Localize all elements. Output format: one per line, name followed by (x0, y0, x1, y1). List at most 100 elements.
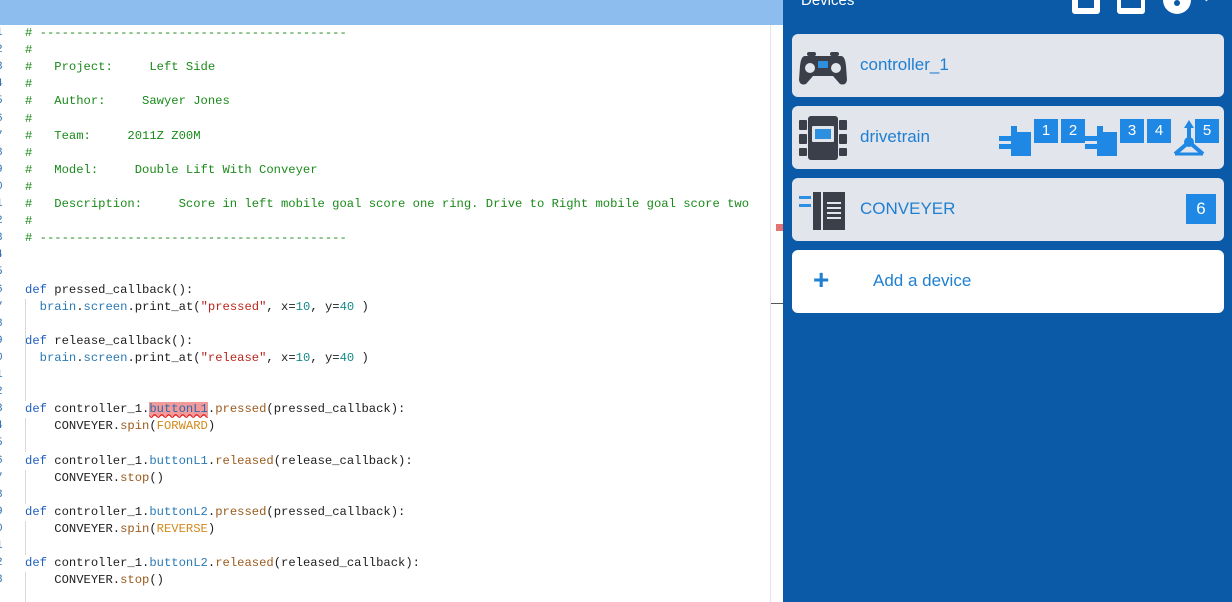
code-token: buttonL2 (149, 504, 208, 519)
indent-guide (25, 469, 26, 504)
code-line[interactable]: 7 CONVEYER.stop() (0, 470, 770, 487)
vertical-scrollbar[interactable] (770, 25, 783, 602)
code-token: def (25, 556, 47, 571)
device-list-icon[interactable] (1072, 0, 1100, 14)
code-line[interactable]: 4# (0, 76, 770, 93)
code-token: (pressed_callback): (266, 402, 406, 417)
code-text: def controller_1.buttonL1.pressed(presse… (25, 401, 405, 418)
port-badge: 6 (1186, 194, 1216, 224)
indent-guide (25, 298, 26, 350)
code-line[interactable]: 0 CONVEYER.spin(REVERSE) (0, 521, 770, 538)
code-token: 40 (339, 299, 355, 314)
code-line[interactable]: 1 (0, 367, 770, 384)
code-line[interactable]: 6 def controller_1.buttonL1.released(rele… (0, 453, 770, 470)
code-line[interactable]: 2# (0, 42, 770, 59)
code-line[interactable]: 1 (0, 538, 770, 555)
device-card-conveyer[interactable]: CONVEYER 6 (792, 178, 1224, 241)
device-info-icon[interactable] (1117, 0, 1145, 14)
line-number: 2 (0, 213, 6, 230)
devices-panel: Devices controller_1 drivetrain 1 2 3 4 … (783, 0, 1232, 602)
code-token: pressed (215, 504, 267, 519)
motor-port-icon (999, 126, 1031, 156)
code-line[interactable]: 6 def pressed_callback(): (0, 282, 770, 299)
code-line[interactable]: 5 # Author: Sawyer Jones (0, 93, 770, 110)
code-editor[interactable]: 1 # -------------------------------------… (0, 25, 783, 602)
code-token: FORWARD (156, 419, 208, 434)
line-number: 5 (0, 264, 6, 281)
code-line[interactable]: 8# (0, 145, 770, 162)
help-icon[interactable] (1163, 0, 1191, 14)
code-token: CONVEYER. (25, 419, 121, 434)
code-text: brain.screen.print_at("release", x=10, y… (25, 350, 369, 367)
drivetrain-icon (799, 116, 847, 160)
add-device-label: Add a device (873, 271, 972, 290)
indent-guide (25, 418, 26, 453)
code-line[interactable]: 4 (0, 247, 770, 264)
line-number: 3 (0, 59, 6, 76)
device-card-drivetrain[interactable]: drivetrain 1 2 3 4 5 (792, 106, 1224, 169)
code-line[interactable]: 3 # -------------------------------------… (0, 230, 770, 247)
line-number: 1 (0, 538, 6, 555)
code-text: def pressed_callback(): (25, 282, 193, 299)
code-line[interactable]: 1 # Description: Score in left mobile goa… (0, 196, 770, 213)
add-device-button[interactable]: + Add a device (792, 250, 1224, 313)
code-line[interactable]: 8 (0, 316, 770, 333)
code-line[interactable]: 5 (0, 264, 770, 281)
code-line[interactable]: 7 # Team: 2011Z Z00M (0, 128, 770, 145)
code-text: CONVEYER.stop() (25, 572, 164, 589)
code-text: CONVEYER.spin(FORWARD) (25, 418, 215, 435)
code-line[interactable]: 9 def release_callback(): (0, 333, 770, 350)
code-token: (release_callback): (273, 453, 413, 468)
device-name: controller_1 (860, 55, 949, 74)
code-line[interactable]: 0# (0, 179, 770, 196)
code-token: .print_at( (127, 299, 201, 314)
line-number: 6 (0, 453, 6, 470)
line-number: 1 (0, 25, 6, 42)
code-token: () (149, 470, 164, 485)
code-line[interactable]: 2# (0, 213, 770, 230)
code-token: ) (207, 419, 216, 434)
code-line[interactable]: 9 def controller_1.buttonL2.pressed(press… (0, 504, 770, 521)
code-line[interactable]: 5 (0, 435, 770, 452)
device-card-controller[interactable]: controller_1 (792, 34, 1224, 97)
code-line[interactable]: 0 brain.screen.print_at("release", x=10,… (0, 350, 770, 367)
code-line[interactable]: 6# (0, 111, 770, 128)
code-token: controller_1. (46, 556, 150, 571)
code-line[interactable]: 3 # Project: Left Side (0, 59, 770, 76)
code-token: buttonL1 (149, 402, 208, 417)
error-marker (776, 224, 783, 231)
code-token: def (25, 333, 47, 348)
edit-icon[interactable] (1203, 0, 1222, 2)
line-number: 2 (0, 42, 6, 59)
line-number: 7 (0, 470, 6, 487)
code-line[interactable]: 1 # -------------------------------------… (0, 25, 770, 42)
code-token: def (25, 282, 47, 297)
code-line[interactable]: 2 def controller_1.buttonL2.released(rele… (0, 555, 770, 572)
code-text: CONVEYER.stop() (25, 470, 164, 487)
code-token: # Description: Score in left mobile goal… (25, 197, 750, 211)
line-number: 0 (0, 179, 6, 196)
code-text: # Team: 2011Z Z00M (25, 128, 201, 145)
code-token: 40 (339, 350, 355, 365)
code-token: (pressed_callback): (266, 504, 406, 519)
code-text: # --------------------------------------… (25, 25, 347, 42)
code-token: ( (149, 521, 157, 536)
line-number: 8 (0, 487, 6, 504)
code-line[interactable]: 9 # Model: Double Lift With Conveyer (0, 162, 770, 179)
code-line[interactable]: 8 (0, 487, 770, 504)
code-token: buttonL2 (149, 556, 208, 571)
code-text: # Description: Score in left mobile goal… (25, 196, 749, 213)
code-text: # Author: Sawyer Jones (25, 93, 230, 110)
code-text: # Project: Left Side (25, 59, 215, 76)
code-token: released (215, 453, 274, 468)
code-token: (released_callback): (273, 556, 420, 571)
code-line[interactable]: 2 (0, 384, 770, 401)
code-line[interactable]: 3 CONVEYER.stop() (0, 572, 770, 589)
code-line[interactable]: 7 brain.screen.print_at("pressed", x=10,… (0, 299, 770, 316)
code-line[interactable]: 3 def controller_1.buttonL1.pressed(press… (0, 401, 770, 418)
code-text: # (25, 179, 32, 196)
code-text: def release_callback(): (25, 333, 193, 350)
code-line[interactable]: 4 CONVEYER.spin(FORWARD) (0, 418, 770, 435)
code-text: # (25, 111, 32, 128)
motor-icon (799, 192, 845, 230)
